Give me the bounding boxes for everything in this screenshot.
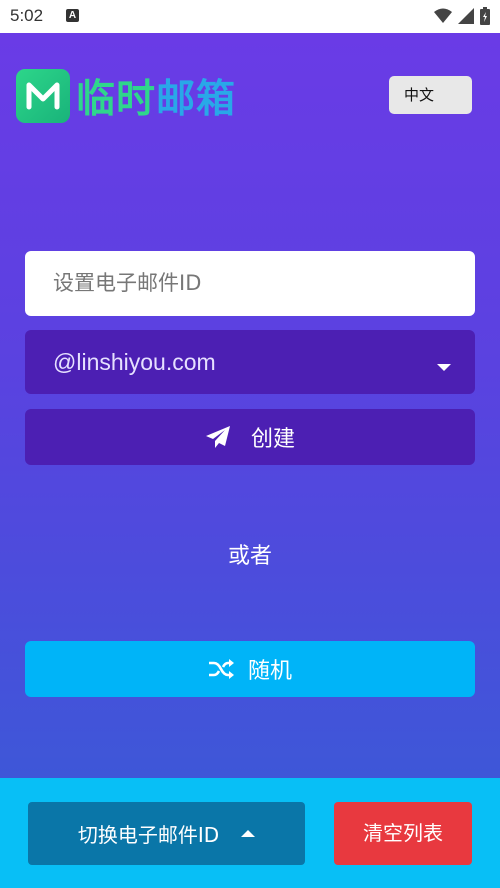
logo-mark-icon [16,69,70,123]
status-time: 5:02 [10,6,44,25]
signal-icon [458,8,474,24]
logo-title-part1: 临时 [76,77,157,122]
domain-selected-value: @linshiyou.com [53,349,216,375]
logo-m-glyph [26,82,60,110]
caret-up-icon [241,830,256,837]
switch-email-button[interactable]: 切换电子邮件ID [28,802,305,865]
logo-title: 临时邮箱 [76,68,236,124]
shuffle-icon [208,659,234,679]
domain-select[interactable]: @linshiyou.com [25,330,475,394]
main-panel: 临时邮箱 中文 设置电子邮件ID @linshiyou.com 创建 或者 随机 [0,33,500,778]
status-bar: 5:02 A [0,0,500,33]
status-icons [434,7,490,25]
clear-list-button[interactable]: 清空列表 [334,802,472,865]
wifi-icon [434,8,452,23]
random-label: 随机 [247,659,292,684]
battery-icon [480,7,490,25]
switch-email-label: 切换电子邮件ID [77,823,220,847]
logo-title-part2: 邮箱 [156,77,237,122]
paper-plane-icon [205,426,230,448]
bottom-bar: 切换电子邮件ID 清空列表 [0,778,500,888]
or-separator: 或者 [227,544,272,569]
create-label: 创建 [250,427,295,452]
create-button[interactable]: 创建 [25,409,475,465]
caret-down-icon [437,364,451,371]
notification-icon: A [66,9,79,22]
random-button[interactable]: 随机 [25,641,475,697]
app-logo: 临时邮箱 [16,68,236,124]
language-button[interactable]: 中文 [389,76,472,114]
email-id-input[interactable]: 设置电子邮件ID [25,251,475,316]
